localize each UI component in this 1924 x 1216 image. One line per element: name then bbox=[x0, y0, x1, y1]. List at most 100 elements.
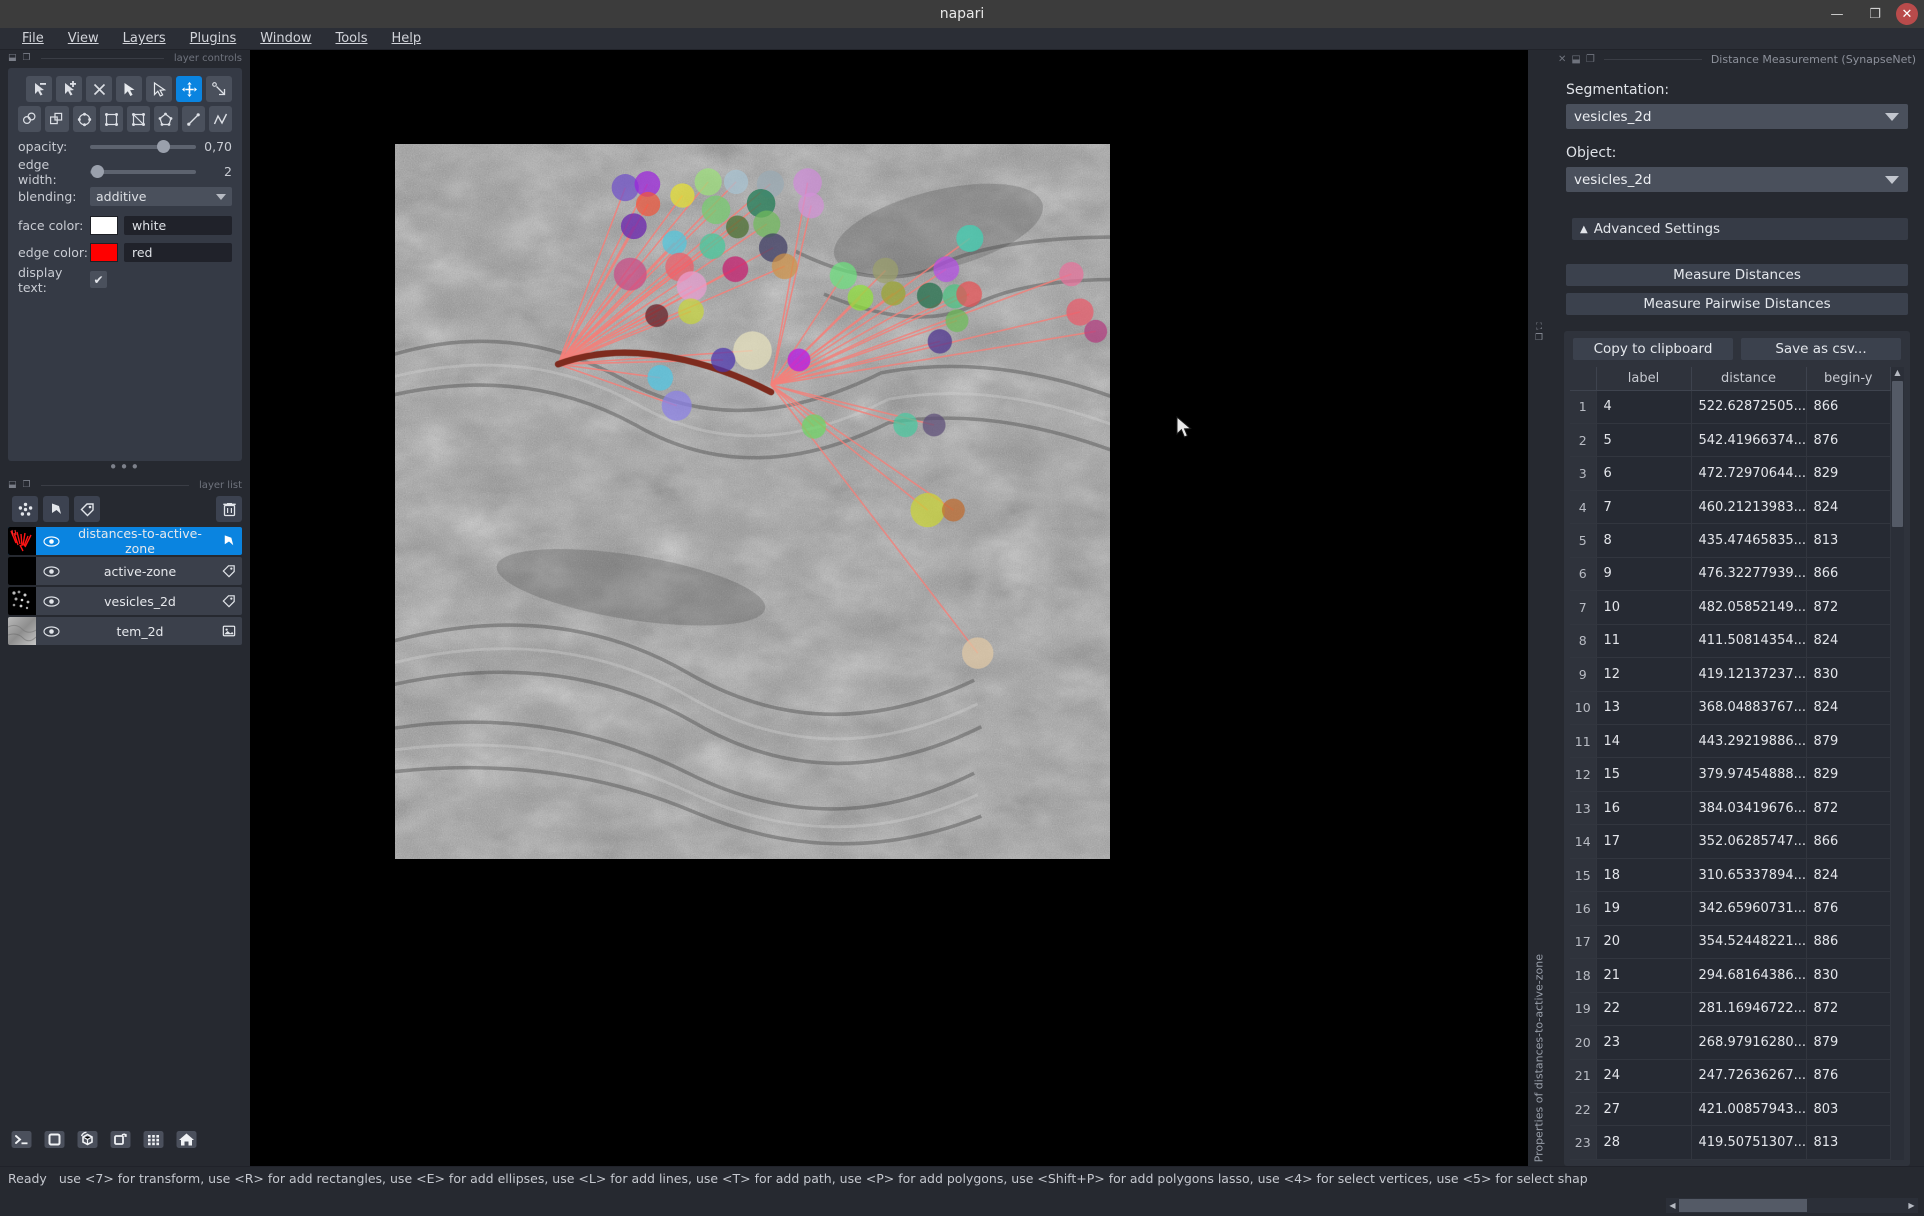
save-as-csv-button[interactable]: Save as csv... bbox=[1741, 338, 1901, 360]
table-row[interactable]: 1 4 522.62872505... 866 bbox=[1570, 390, 1891, 424]
viewer-canvas[interactable] bbox=[250, 50, 1528, 1166]
table-row[interactable]: 16 19 342.65960731... 876 bbox=[1570, 891, 1891, 926]
popout-icon[interactable]: ❐ bbox=[23, 53, 31, 63]
table-row[interactable]: 18 21 294.68164386... 830 bbox=[1570, 958, 1891, 993]
column-header-distance[interactable]: distance bbox=[1691, 367, 1807, 391]
close-button[interactable]: ✕ bbox=[1896, 3, 1918, 25]
float-icon-3[interactable]: ⬓ bbox=[1571, 54, 1580, 65]
maximize-button[interactable]: ❐ bbox=[1858, 3, 1892, 25]
opacity-knob[interactable] bbox=[157, 140, 171, 153]
add-polygon-lasso-tool[interactable] bbox=[127, 106, 151, 132]
measure-distances-button[interactable]: Measure Distances bbox=[1566, 264, 1908, 286]
column-header-label[interactable]: label bbox=[1596, 367, 1692, 391]
layer-row-distances-to-active-zone[interactable]: distances-to-active-zone bbox=[8, 527, 242, 555]
new-shapes-layer-button[interactable] bbox=[43, 496, 69, 522]
edge-color-swatch[interactable] bbox=[90, 243, 118, 262]
popout-icon-2[interactable]: ❐ bbox=[23, 480, 31, 490]
table-row[interactable]: 4 7 460.21213983... 824 bbox=[1570, 490, 1891, 525]
layer-visibility-icon[interactable] bbox=[38, 625, 64, 638]
table-row[interactable]: 6 9 476.32277939... 866 bbox=[1570, 557, 1891, 592]
menu-window[interactable]: Window bbox=[248, 29, 323, 48]
select-vertices-tool[interactable] bbox=[116, 76, 142, 102]
add-rectangle-tool[interactable] bbox=[99, 106, 123, 132]
home-button[interactable] bbox=[173, 1126, 199, 1152]
roll-dimensions-button[interactable] bbox=[74, 1126, 100, 1152]
add-ellipse-tool[interactable] bbox=[72, 106, 96, 132]
menu-help[interactable]: Help bbox=[380, 29, 434, 48]
add-polygon-tool[interactable] bbox=[154, 106, 178, 132]
opacity-slider[interactable] bbox=[90, 139, 196, 155]
console-button[interactable] bbox=[8, 1126, 34, 1152]
table-row[interactable]: 5 8 435.47465835... 813 bbox=[1570, 523, 1891, 558]
table-row[interactable]: 22 27 421.00857943... 803 bbox=[1570, 1092, 1891, 1127]
popout-icon-3[interactable]: ❐ bbox=[1535, 333, 1543, 344]
minimize-button[interactable]: — bbox=[1820, 3, 1854, 25]
new-points-layer-button[interactable] bbox=[12, 496, 38, 522]
table-row[interactable]: 20 23 268.97916280... 879 bbox=[1570, 1025, 1891, 1060]
layer-row-active-zone[interactable]: active-zone bbox=[8, 557, 242, 585]
object-select[interactable]: vesicles_2d bbox=[1566, 167, 1908, 192]
add-ellipses-tool[interactable] bbox=[18, 106, 42, 132]
transpose-button[interactable] bbox=[107, 1126, 133, 1152]
close-dock-icon[interactable]: ✕ bbox=[1558, 54, 1566, 65]
table-row[interactable]: 9 12 419.12137237... 830 bbox=[1570, 657, 1891, 692]
layer-visibility-icon[interactable] bbox=[38, 565, 64, 578]
layer-visibility-icon[interactable] bbox=[38, 595, 64, 608]
table-row[interactable]: 19 22 281.16946722... 872 bbox=[1570, 992, 1891, 1027]
table-row[interactable]: 8 11 411.50814354... 824 bbox=[1570, 624, 1891, 659]
table-row[interactable]: 10 13 368.04883767... 824 bbox=[1570, 691, 1891, 726]
add-line-tool[interactable] bbox=[181, 106, 205, 132]
menu-view[interactable]: View bbox=[56, 29, 111, 48]
float-icon[interactable]: ⬓ bbox=[8, 53, 17, 63]
face-color-field[interactable]: white bbox=[124, 216, 232, 235]
blending-select[interactable]: additive bbox=[90, 187, 232, 206]
layer-row-tem-2d[interactable]: tem_2d bbox=[8, 617, 242, 645]
popout-icon-4[interactable]: ❐ bbox=[1586, 54, 1595, 65]
ndisplay-button[interactable] bbox=[41, 1126, 67, 1152]
expand-icon[interactable]: ⛶ bbox=[1535, 322, 1543, 333]
pan-zoom-tool[interactable] bbox=[176, 76, 202, 102]
copy-to-clipboard-button[interactable]: Copy to clipboard bbox=[1573, 338, 1733, 360]
layer-row-vesicles-2d[interactable]: vesicles_2d bbox=[8, 587, 242, 615]
layer-visibility-icon[interactable] bbox=[38, 535, 64, 548]
scrollbar-thumb[interactable] bbox=[1892, 381, 1903, 527]
face-color-swatch[interactable] bbox=[90, 216, 118, 235]
edge-width-slider[interactable] bbox=[90, 164, 196, 180]
add-rectangles-tool[interactable] bbox=[45, 106, 69, 132]
select-add-tool[interactable] bbox=[56, 76, 82, 102]
measure-pairwise-distances-button[interactable]: Measure Pairwise Distances bbox=[1566, 293, 1908, 315]
table-row[interactable]: 3 6 472.72970644... 829 bbox=[1570, 456, 1891, 491]
delete-layer-button[interactable] bbox=[216, 496, 242, 522]
menu-file[interactable]: File bbox=[10, 29, 56, 48]
float-icon-2[interactable]: ⬓ bbox=[8, 480, 17, 490]
display-text-checkbox[interactable]: ✔ bbox=[90, 271, 107, 288]
table-row[interactable]: 7 10 482.05852149... 872 bbox=[1570, 590, 1891, 625]
table-row[interactable]: 14 17 352.06285747... 866 bbox=[1570, 824, 1891, 859]
table-row[interactable]: 21 24 247.72636267... 876 bbox=[1570, 1059, 1891, 1094]
menu-plugins[interactable]: Plugins bbox=[178, 29, 249, 48]
dock-resize-handle[interactable]: ••• bbox=[0, 460, 250, 477]
select-shapes-tool[interactable] bbox=[146, 76, 172, 102]
table-corner-header[interactable] bbox=[1570, 367, 1597, 391]
table-row[interactable]: 11 14 443.29219886... 879 bbox=[1570, 724, 1891, 759]
table-row[interactable]: 17 20 354.52448221... 886 bbox=[1570, 925, 1891, 960]
transform-tool[interactable] bbox=[206, 76, 232, 102]
edge-width-knob[interactable] bbox=[91, 165, 105, 178]
grid-view-button[interactable] bbox=[140, 1126, 166, 1152]
column-header-begin-y[interactable]: begin-y bbox=[1806, 367, 1891, 391]
table-row[interactable]: 12 15 379.97454888... 829 bbox=[1570, 757, 1891, 792]
segmentation-select[interactable]: vesicles_2d bbox=[1566, 104, 1908, 129]
advanced-settings-toggle[interactable]: ▲ Advanced Settings bbox=[1572, 218, 1908, 240]
select-remove-tool[interactable] bbox=[26, 76, 52, 102]
delete-shapes-tool[interactable] bbox=[86, 76, 112, 102]
edge-color-field[interactable]: red bbox=[124, 243, 232, 262]
new-labels-layer-button[interactable] bbox=[74, 496, 100, 522]
table-row[interactable]: 2 5 542.41966374... 876 bbox=[1570, 423, 1891, 458]
add-path-tool[interactable] bbox=[208, 106, 232, 132]
table-row[interactable]: 15 18 310.65337894... 824 bbox=[1570, 858, 1891, 893]
menu-layers[interactable]: Layers bbox=[111, 29, 178, 48]
table-row[interactable]: 23 28 419.50751307... 813 bbox=[1570, 1125, 1891, 1160]
scroll-up-arrow[interactable]: ▲ bbox=[1894, 367, 1900, 379]
table-row[interactable]: 13 16 384.03419676... 872 bbox=[1570, 791, 1891, 826]
menu-tools[interactable]: Tools bbox=[324, 29, 380, 48]
